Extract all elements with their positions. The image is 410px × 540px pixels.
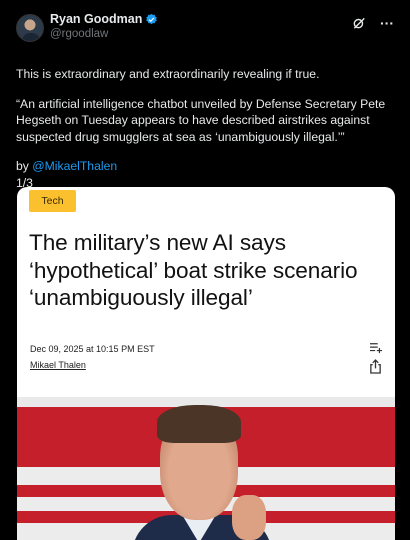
mention-link[interactable]: @MikaelThalen xyxy=(32,159,117,173)
category-tag[interactable]: Tech xyxy=(29,190,76,212)
article-date: Dec 09, 2025 at 10:15 PM EST xyxy=(30,344,155,354)
photo-hand xyxy=(232,495,266,540)
share-icon[interactable] xyxy=(369,359,382,374)
post-quote: “An artificial intelligence chatbot unve… xyxy=(16,96,386,144)
photo-hair xyxy=(157,405,241,443)
name-row: Ryan Goodman xyxy=(50,12,158,27)
post-header: Ryan Goodman @rgoodlaw ··· xyxy=(16,12,394,52)
header-actions: ··· xyxy=(352,12,394,30)
display-name[interactable]: Ryan Goodman xyxy=(50,12,142,27)
by-prefix: by xyxy=(16,159,33,173)
article-author[interactable]: Mikael Thalen xyxy=(30,360,86,370)
avatar-shirt xyxy=(22,33,40,41)
grok-icon[interactable] xyxy=(352,16,366,30)
article-headline[interactable]: The military’s new AI says ‘hypothetical… xyxy=(29,229,374,312)
article-photo[interactable] xyxy=(17,397,395,540)
author-names: Ryan Goodman @rgoodlaw xyxy=(50,12,158,42)
add-to-list-icon[interactable] xyxy=(369,342,383,354)
verified-badge-icon xyxy=(146,13,158,25)
article-card[interactable]: Tech The military’s new AI says ‘hypothe… xyxy=(17,187,395,540)
more-icon[interactable]: ··· xyxy=(380,16,394,30)
post-line-1: This is extraordinary and extraordinaril… xyxy=(16,67,320,81)
avatar[interactable] xyxy=(16,14,44,42)
handle[interactable]: @rgoodlaw xyxy=(50,27,158,42)
